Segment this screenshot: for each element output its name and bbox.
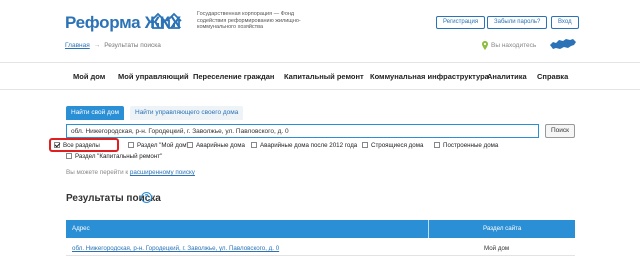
filter-under-construction[interactable]: Строящиеся дома (362, 142, 423, 149)
main-nav: Мой дом Мой управляющий Переселение граж… (0, 62, 640, 90)
nav-help[interactable]: Справка (537, 72, 568, 81)
column-header-section: Раздел сайта (483, 225, 522, 232)
nav-my-manager[interactable]: Мой управляющий (118, 72, 189, 81)
tab-find-manager[interactable]: Найти управляющего своего дома (130, 106, 244, 120)
filter-built[interactable]: Построенные дома (434, 142, 498, 149)
results-table-header: Адрес Раздел сайта (66, 220, 575, 238)
filter-my-house[interactable]: Раздел "Мой дом" (128, 142, 189, 149)
advanced-search-link[interactable]: расширенному поиску (130, 169, 195, 176)
breadcrumb: Главная → Результаты поиска (65, 42, 161, 49)
login-button[interactable]: Вход (551, 16, 579, 29)
location-label: Вы находитесь (491, 42, 537, 49)
checkbox[interactable] (66, 153, 72, 159)
breadcrumb-separator: → (93, 42, 101, 49)
search-button[interactable]: Поиск (545, 124, 575, 138)
column-divider (428, 220, 429, 238)
search-input[interactable] (66, 124, 539, 138)
checkbox-checked[interactable] (54, 142, 60, 148)
nav-analytics[interactable]: Аналитика (487, 72, 527, 81)
houses-logo-icon (150, 12, 182, 29)
filter-label: Аварийные дома после 2012 года (260, 142, 358, 149)
help-icon[interactable]: ? (141, 192, 152, 203)
filter-label: Раздел "Капитальный ремонт" (75, 153, 163, 160)
org-name: Государственная корпорация — Фонд содейс… (197, 11, 301, 30)
filter-label: Все разделы (63, 142, 100, 149)
nav-my-house[interactable]: Мой дом (73, 72, 105, 81)
column-header-address: Адрес (72, 225, 90, 232)
checkbox[interactable] (434, 142, 440, 148)
checkbox[interactable] (251, 142, 257, 148)
filter-emergency-2012[interactable]: Аварийные дома после 2012 года (251, 142, 357, 149)
filter-label: Строящиеся дома (371, 142, 424, 149)
checkbox[interactable] (187, 142, 193, 148)
filter-label: Раздел "Мой дом" (137, 142, 189, 149)
breadcrumb-home-link[interactable]: Главная (65, 42, 90, 49)
tab-find-house[interactable]: Найти свой дом (66, 106, 124, 120)
nav-resettlement[interactable]: Переселение граждан (193, 72, 274, 81)
filter-label: Аварийные дома (196, 142, 245, 149)
result-address-link[interactable]: обл. Нижегородская, р-н. Городецкий, г. … (72, 245, 279, 252)
filter-label: Построенные дома (443, 142, 499, 149)
site-header: Реформа ЖКХ Государственная корпорация —… (0, 0, 640, 62)
nav-infrastructure[interactable]: Коммунальная инфраструктура (370, 72, 489, 81)
filter-capital-repair[interactable]: Раздел "Капитальный ремонт" (66, 153, 162, 160)
breadcrumb-current: Результаты поиска (104, 42, 161, 49)
advanced-search-hint: Вы можете перейти к расширенному поиску (66, 169, 195, 176)
russia-map-icon[interactable] (549, 37, 577, 51)
result-section: Мой дом (484, 245, 510, 252)
checkbox[interactable] (362, 142, 368, 148)
register-button[interactable]: Регистрация (436, 16, 486, 29)
advanced-search-text: Вы можете перейти к (66, 169, 129, 176)
nav-capital-repair[interactable]: Капитальный ремонт (284, 72, 364, 81)
table-row: обл. Нижегородская, р-н. Городецкий, г. … (66, 240, 575, 256)
checkbox[interactable] (128, 142, 134, 148)
filter-all-sections[interactable]: Все разделы (54, 142, 100, 149)
forgot-password-button[interactable]: Забыли пароль? (487, 16, 548, 29)
location-pin-icon (482, 41, 488, 50)
filter-emergency[interactable]: Аварийные дома (187, 142, 245, 149)
